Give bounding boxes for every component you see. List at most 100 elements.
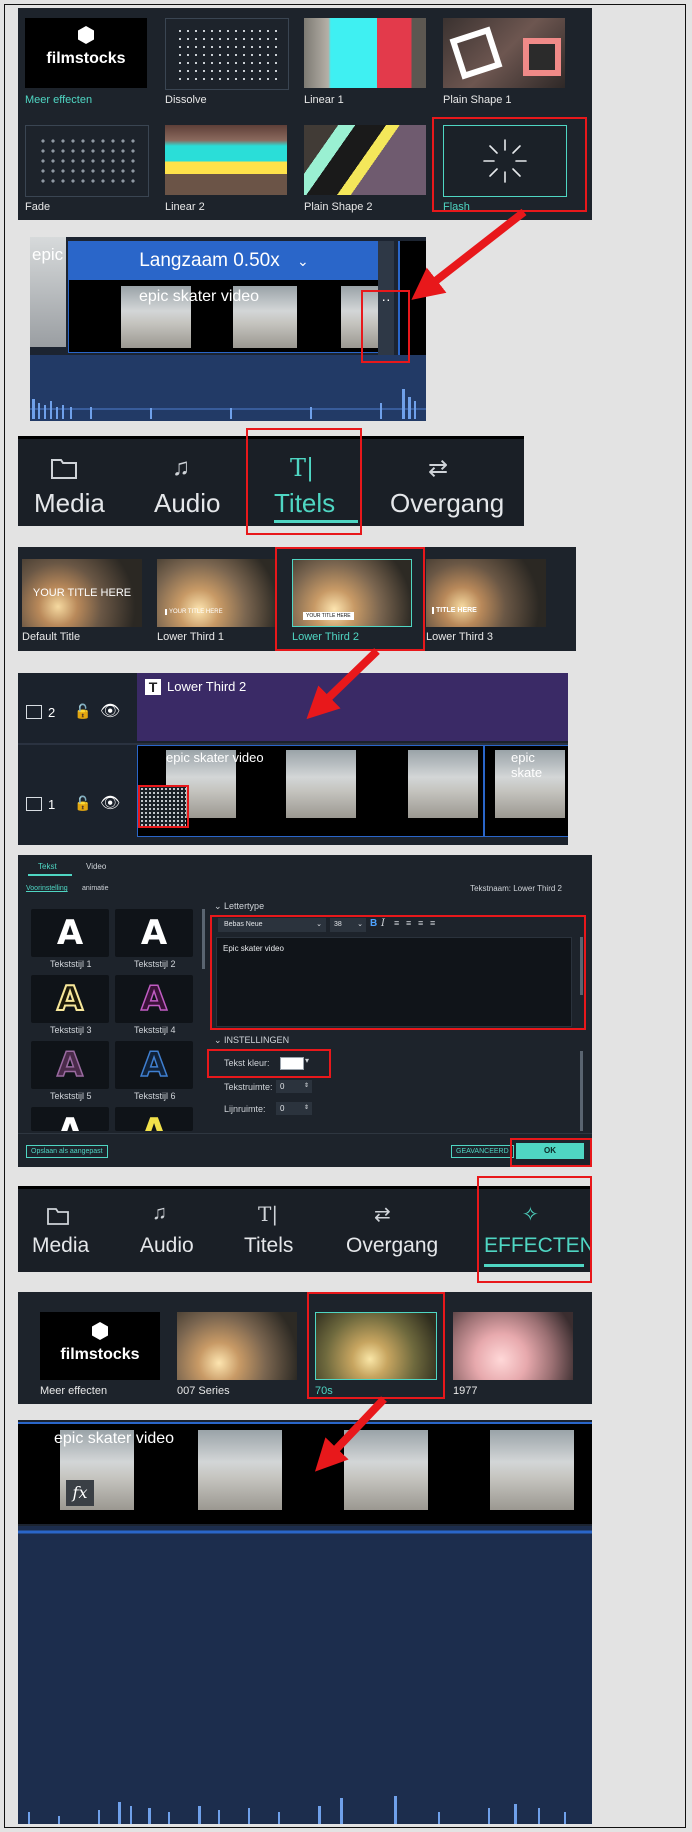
styles-scrollbar[interactable]: [202, 909, 205, 969]
text-style-label: Tekststijl 5: [50, 1091, 92, 1101]
speed-dropdown[interactable]: Langzaam 0.50x ⌄: [69, 242, 379, 280]
title-clip-label: Lower Third 2: [167, 679, 247, 694]
video-clip[interactable]: epic skater video fx: [18, 1422, 592, 1524]
line-spacing-stepper[interactable]: 0 ⇕: [276, 1102, 312, 1115]
clip-title: epic skater video: [54, 1430, 175, 1447]
video-frame: [344, 1430, 428, 1510]
text-style-6[interactable]: A: [115, 1041, 193, 1089]
transition-linear-2[interactable]: [165, 125, 287, 195]
dissolve-dots-icon: [176, 27, 278, 81]
tab-tekst[interactable]: Tekst: [38, 862, 57, 871]
nav-label: Overgang: [390, 488, 505, 518]
nav-item-media[interactable]: Media: [30, 1206, 110, 1262]
track-number: 2: [48, 705, 56, 720]
nav-item-audio[interactable]: ♫ Audio: [138, 1202, 218, 1262]
title-clip-icon: T: [145, 679, 161, 695]
effect-label: 007 Series: [177, 1385, 230, 1397]
subtab-voorinstelling[interactable]: Voorinstelling: [26, 885, 68, 892]
transition-icon: ⇄: [374, 1204, 391, 1226]
text-style-3[interactable]: A: [31, 975, 109, 1023]
preset-label: Lower Third 1: [157, 631, 225, 643]
highlight-titels: [246, 428, 362, 535]
transition-dissolve[interactable]: [165, 18, 289, 90]
video-frame: [408, 750, 478, 818]
transition-label: Linear 2: [165, 201, 205, 213]
nav-item-titels[interactable]: T| Titels: [242, 1202, 322, 1262]
highlight-text-color: [207, 1049, 331, 1078]
effects-panel: filmstocks Meer effecten 007 Series 70s …: [18, 1292, 592, 1404]
clip-title: epic skate: [511, 750, 543, 780]
track-number: 1: [48, 797, 56, 812]
save-custom-button[interactable]: Opslaan als aangepast: [26, 1145, 108, 1158]
subtab-animatie[interactable]: animatie: [82, 885, 108, 892]
effect-007-series[interactable]: [177, 1312, 297, 1380]
fade-dots-icon: [38, 136, 136, 186]
transition-plain-shape-2[interactable]: [304, 125, 426, 195]
preset-overlay-text: YOUR TITLE HERE: [32, 587, 132, 599]
transition-label: Plain Shape 1: [443, 94, 512, 106]
nav-item-media[interactable]: Media: [32, 456, 122, 518]
preset-overlay-text: YOUR TITLE HERE: [165, 609, 223, 615]
video-frame: [198, 1430, 282, 1510]
eye-icon[interactable]: 👁: [100, 701, 120, 721]
text-cursor-icon: T|: [258, 1202, 279, 1226]
tab-tekst-underline: [28, 874, 72, 876]
section-settings-header[interactable]: ⌄ INSTELLINGEN: [214, 1035, 289, 1046]
video-clip[interactable]: epic skater video: [137, 745, 484, 837]
folder-icon: [47, 1208, 69, 1225]
fx-badge-icon[interactable]: fx: [66, 1480, 94, 1506]
video-clip-right[interactable]: epic skate: [484, 745, 568, 837]
left-clip[interactable]: epic: [30, 237, 66, 347]
transition-icon: ⇄: [428, 455, 449, 482]
timeline-fx-panel: epic skater video fx: [18, 1420, 592, 1824]
text-spacing-stepper[interactable]: 0 ⇕: [276, 1080, 312, 1093]
lock-icon[interactable]: 🔓: [74, 795, 91, 812]
transition-meer-effecten[interactable]: filmstocks: [25, 18, 147, 88]
highlight-70s: [307, 1292, 445, 1399]
lock-icon[interactable]: 🔓: [74, 703, 91, 720]
transition-linear-1[interactable]: [304, 18, 426, 88]
preset-label: Default Title: [22, 631, 81, 643]
nav-item-overgang[interactable]: ⇄ Overgang: [344, 1204, 464, 1262]
text-style-2[interactable]: A: [115, 909, 193, 957]
text-style-label: Tekststijl 3: [50, 1025, 92, 1035]
text-style-4[interactable]: A: [115, 975, 193, 1023]
text-style-8[interactable]: A: [115, 1107, 193, 1131]
transition-label: Linear 1: [304, 94, 344, 106]
nav-item-audio[interactable]: ♫ Audio: [152, 454, 242, 518]
eye-icon[interactable]: 👁: [100, 793, 120, 813]
transition-label: Dissolve: [165, 94, 207, 106]
text-style-7[interactable]: A: [31, 1107, 109, 1131]
section-font-header[interactable]: ⌄ Lettertype: [214, 901, 264, 912]
highlight-transition-dots: [138, 785, 189, 828]
tab-video[interactable]: Video: [86, 862, 106, 871]
transition-label: Plain Shape 2: [304, 201, 373, 213]
title-preset-default[interactable]: YOUR TITLE HERE: [22, 559, 142, 627]
transition-label: Meer effecten: [25, 94, 93, 106]
title-clip[interactable]: T Lower Third 2: [137, 673, 568, 741]
text-style-5[interactable]: A: [31, 1041, 109, 1089]
speed-clip[interactable]: Langzaam 0.50x ⌄ epic skater video: [68, 241, 380, 353]
film-strip-icon: [26, 797, 42, 811]
nav-item-overgang[interactable]: ⇄ Overgang: [388, 455, 518, 518]
effect-meer-effecten[interactable]: filmstocks: [40, 1312, 160, 1380]
title-preset-lower-third-1[interactable]: YOUR TITLE HERE: [157, 559, 277, 627]
text-style-1[interactable]: A: [31, 909, 109, 957]
shape-square: [449, 26, 503, 80]
settings-scrollbar[interactable]: [580, 1051, 583, 1131]
nav-label: Overgang: [346, 1234, 439, 1257]
speed-label: Langzaam 0.50x: [139, 250, 280, 271]
transition-plain-shape-1[interactable]: [443, 18, 565, 88]
title-preset-lower-third-3[interactable]: TITLE HERE: [426, 559, 546, 627]
timeline-tracks-panel: 2 🔓 👁 T Lower Third 2 1 🔓 👁 epic skater …: [18, 673, 568, 845]
text-style-label: Tekststijl 4: [134, 1025, 176, 1035]
clip-title: epic skater video: [139, 288, 260, 305]
filmstocks-logo-icon: [92, 1322, 108, 1340]
advanced-button[interactable]: GEAVANCEERD: [451, 1145, 514, 1158]
highlight-flash: [432, 117, 587, 212]
nav-label: Media: [32, 1234, 90, 1257]
effect-1977[interactable]: [453, 1312, 573, 1380]
transition-fade[interactable]: [25, 125, 149, 197]
preset-label: Lower Third 3: [426, 631, 494, 643]
effect-label: 1977: [453, 1385, 478, 1397]
